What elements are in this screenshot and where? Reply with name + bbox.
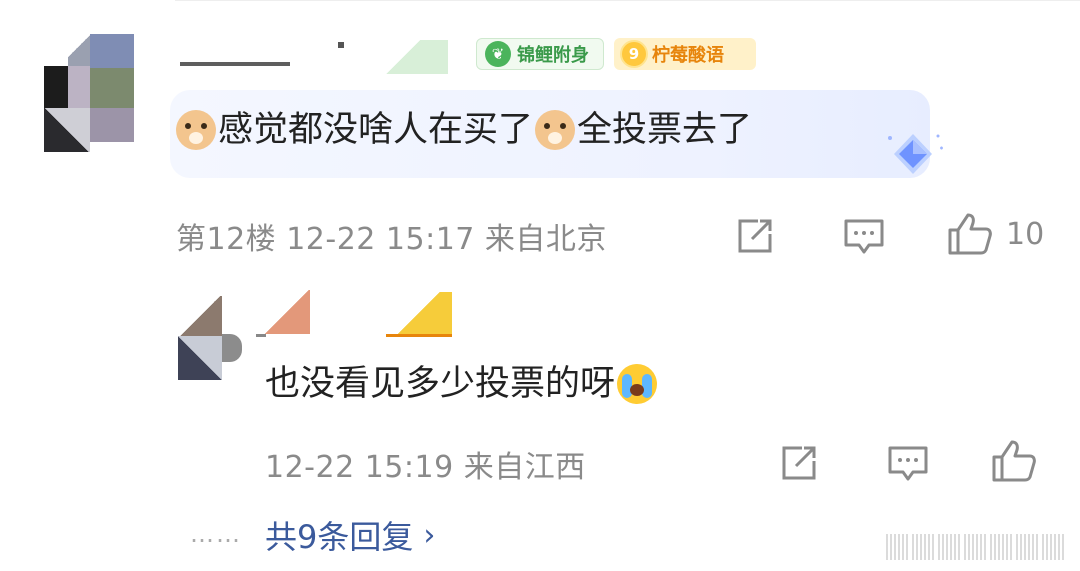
masked-username[interactable] <box>178 40 478 74</box>
level-heart-icon: 9 <box>620 40 648 68</box>
share-icon <box>738 219 772 253</box>
diamond-badge-icon <box>888 134 943 174</box>
reply-masked-username[interactable] <box>256 290 456 338</box>
loudly-crying-emoji-icon <box>617 364 658 404</box>
like-count: 10 <box>1006 216 1045 252</box>
comment-text-part2: 全投票去了 <box>577 110 753 150</box>
reply-repost-button[interactable] <box>780 444 820 482</box>
fan-level-badge[interactable]: 9 柠莓酸语 <box>614 38 756 70</box>
more-replies-label: 共9条回复 <box>265 518 414 556</box>
comment-icon <box>844 219 884 254</box>
comment-text: 感觉都没啥人在买了 全投票去了 <box>174 104 752 156</box>
reply-meta: 12-22 15:19 来自江西 <box>265 450 586 485</box>
dog-emoji-icon <box>535 110 576 150</box>
koi-badge-label: 锦鲤附身 <box>517 45 589 66</box>
comment-meta: 第12楼 12-22 15:17 来自北京 <box>176 222 607 257</box>
comment-button[interactable] <box>843 218 885 256</box>
watermark <box>886 530 1066 564</box>
more-dots: …… <box>190 520 242 548</box>
comment-icon <box>888 446 928 481</box>
chevron-right-icon: › <box>423 517 436 553</box>
koi-leaf-icon: ❦ <box>485 41 511 67</box>
thumbs-up-icon <box>948 213 992 255</box>
reply-like-button[interactable] <box>990 439 1038 483</box>
reply-text-body: 也没看见多少投票的呀 <box>265 364 616 404</box>
thumbs-up-icon <box>992 440 1036 482</box>
comment-text-part1: 感觉都没啥人在买了 <box>218 110 534 150</box>
reply-comment-button[interactable] <box>887 445 929 483</box>
reply-avatar[interactable] <box>178 296 244 380</box>
share-icon <box>782 446 816 480</box>
view-more-replies-link[interactable]: 共9条回复 › <box>265 512 435 558</box>
top-divider <box>175 0 1080 1</box>
dog-emoji-icon <box>176 110 216 150</box>
like-button[interactable]: 10 <box>946 212 1044 256</box>
reply-text: 也没看见多少投票的呀 <box>265 358 658 410</box>
avatar[interactable] <box>44 26 134 156</box>
koi-badge[interactable]: ❦ 锦鲤附身 <box>476 38 604 70</box>
repost-button[interactable] <box>736 217 776 255</box>
fan-level-label: 柠莓酸语 <box>652 45 724 66</box>
